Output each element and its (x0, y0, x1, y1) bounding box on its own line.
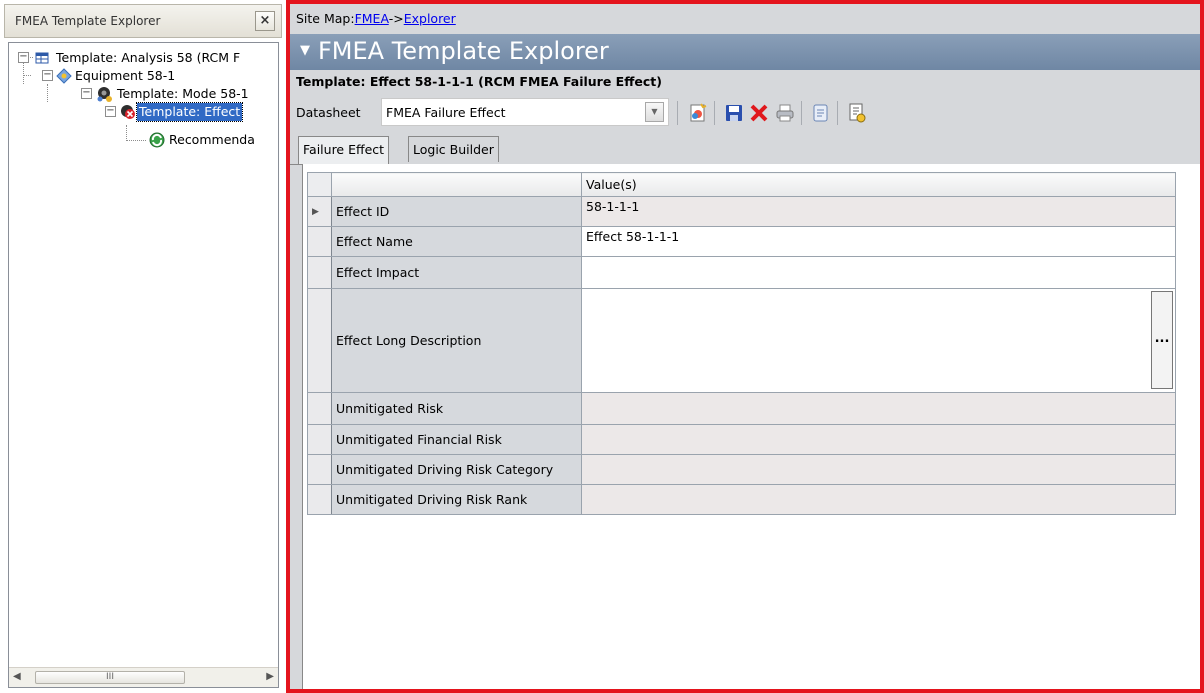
delete-icon[interactable] (747, 101, 771, 125)
tree-node-effect[interactable]: − Template: Effect (9, 102, 278, 122)
toolbar-separator (801, 101, 802, 125)
failure-effect-icon (119, 104, 135, 120)
row-selector[interactable] (307, 226, 332, 257)
main-pane: Site Map:FMEA->Explorer ▼ FMEA Template … (286, 0, 1204, 693)
recommendation-icon (149, 132, 165, 148)
table-row: Unmitigated Financial Risk (307, 424, 1176, 455)
grid-column-header: Value(s) (581, 172, 1176, 197)
field-label: Unmitigated Driving Risk Category (331, 454, 582, 485)
explorer-title: FMEA Template Explorer (15, 14, 161, 28)
table-row: ▶ Effect ID 58-1-1-1 (307, 196, 1176, 227)
ellipsis-button[interactable]: ... (1151, 291, 1173, 389)
current-row-marker-icon: ▶ (307, 196, 332, 227)
save-icon[interactable] (722, 101, 746, 125)
tree-node-analysis[interactable]: − Template: Analysis 58 (RCM F (9, 49, 278, 67)
datasheet-grid-area: Value(s) ▶ Effect ID 58-1-1-1 Effect Nam… (302, 164, 1200, 689)
new-record-icon[interactable] (686, 101, 710, 125)
effect-name-field[interactable]: Effect 58-1-1-1 (581, 226, 1176, 257)
table-row: Unmitigated Driving Risk Rank (307, 484, 1176, 515)
search-icon[interactable] (809, 101, 833, 125)
field-label: Effect Name (331, 226, 582, 257)
field-label: Unmitigated Driving Risk Rank (331, 484, 582, 515)
scroll-left-arrow-icon[interactable]: ◀ (13, 671, 21, 682)
tree-node-mode[interactable]: − Template: Mode 58-1 (9, 85, 278, 103)
field-label: Effect ID (331, 196, 582, 227)
scroll-right-arrow-icon[interactable]: ▶ (266, 671, 274, 682)
tree-node-label: Template: Analysis 58 (RCM F (56, 50, 241, 65)
scroll-thumb[interactable]: III (35, 671, 185, 684)
table-row: Effect Impact (307, 256, 1176, 289)
close-button[interactable]: × (255, 11, 275, 31)
datasheet-value: FMEA Failure Effect (386, 105, 506, 120)
page-title: FMEA Template Explorer (318, 37, 609, 65)
unmitigated-driving-risk-rank-field[interactable] (581, 484, 1176, 515)
table-row: Unmitigated Driving Risk Category (307, 454, 1176, 485)
row-selector[interactable] (307, 256, 332, 289)
field-label: Effect Long Description (331, 288, 582, 393)
row-selector[interactable] (307, 424, 332, 455)
grid-label-header (331, 172, 582, 197)
breadcrumb-link-explorer[interactable]: Explorer (404, 11, 456, 26)
equipment-icon (55, 68, 72, 84)
tab-failure-effect[interactable]: Failure Effect (298, 136, 390, 164)
datasheet-select[interactable]: FMEA Failure Effect ▼ (381, 98, 669, 126)
unmitigated-financial-risk-field[interactable] (581, 424, 1176, 455)
explorer-header: FMEA Template Explorer × (4, 4, 282, 38)
tree-node-equipment[interactable]: − Equipment 58-1 (9, 67, 278, 85)
effect-id-field[interactable]: 58-1-1-1 (581, 196, 1176, 227)
dropdown-arrow-icon[interactable]: ▼ (645, 102, 664, 122)
collapse-icon[interactable]: − (105, 106, 116, 117)
failure-mode-icon (96, 86, 112, 102)
field-label: Unmitigated Risk (331, 392, 582, 425)
field-label: Effect Impact (331, 256, 582, 289)
datasheet-label: Datasheet (296, 105, 361, 120)
breadcrumb-separator: -> (388, 11, 404, 26)
explorer-pane: FMEA Template Explorer × − Template: Ana… (0, 0, 286, 693)
tree-node-recommendation[interactable]: Recommenda (9, 131, 278, 149)
breadcrumb: Site Map:FMEA->Explorer (296, 11, 456, 26)
table-row: Effect Long Description ... (307, 288, 1176, 393)
datasheet-grid: Value(s) ▶ Effect ID 58-1-1-1 Effect Nam… (307, 172, 1176, 515)
breadcrumb-prefix: Site Map: (296, 11, 355, 26)
unmitigated-risk-field[interactable] (581, 392, 1176, 425)
collapse-icon[interactable]: − (18, 52, 29, 63)
tree-node-label: Template: Effect (135, 102, 244, 122)
effect-impact-field[interactable] (581, 256, 1176, 289)
unmitigated-driving-risk-category-field[interactable] (581, 454, 1176, 485)
grid-corner (307, 172, 332, 197)
tree-view[interactable]: − Template: Analysis 58 (RCM F − Equipme… (8, 42, 279, 688)
tab-strip: Failure Effect Logic Builder (290, 134, 1200, 165)
collapse-icon[interactable]: − (81, 88, 92, 99)
row-selector[interactable] (307, 392, 332, 425)
collapse-icon[interactable]: − (42, 70, 53, 81)
tree-node-label: Template: Mode 58-1 (117, 86, 249, 101)
print-icon[interactable] (773, 101, 797, 125)
tab-logic-builder[interactable]: Logic Builder (408, 136, 499, 162)
horizontal-scrollbar[interactable]: ◀ III ▶ (9, 667, 278, 687)
tree-node-label: Equipment 58-1 (75, 68, 176, 83)
field-label: Unmitigated Financial Risk (331, 424, 582, 455)
toolbar-separator (837, 101, 838, 125)
row-selector[interactable] (307, 454, 332, 485)
effect-long-description-field[interactable]: ... (581, 288, 1176, 393)
table-row: Effect Name Effect 58-1-1-1 (307, 226, 1176, 257)
analysis-table-icon (34, 50, 50, 66)
breadcrumb-link-fmea[interactable]: FMEA (355, 11, 389, 26)
row-selector[interactable] (307, 288, 332, 393)
table-row: Unmitigated Risk (307, 392, 1176, 425)
toolbar-separator (714, 101, 715, 125)
page-banner: ▼ FMEA Template Explorer (290, 34, 1200, 70)
report-icon[interactable] (845, 101, 869, 125)
tree-node-label: Recommenda (169, 132, 255, 147)
row-selector[interactable] (307, 484, 332, 515)
toolbar-separator (677, 101, 678, 125)
record-title: Template: Effect 58-1-1-1 (RCM FMEA Fail… (296, 74, 662, 89)
collapse-caret-icon[interactable]: ▼ (300, 43, 310, 58)
